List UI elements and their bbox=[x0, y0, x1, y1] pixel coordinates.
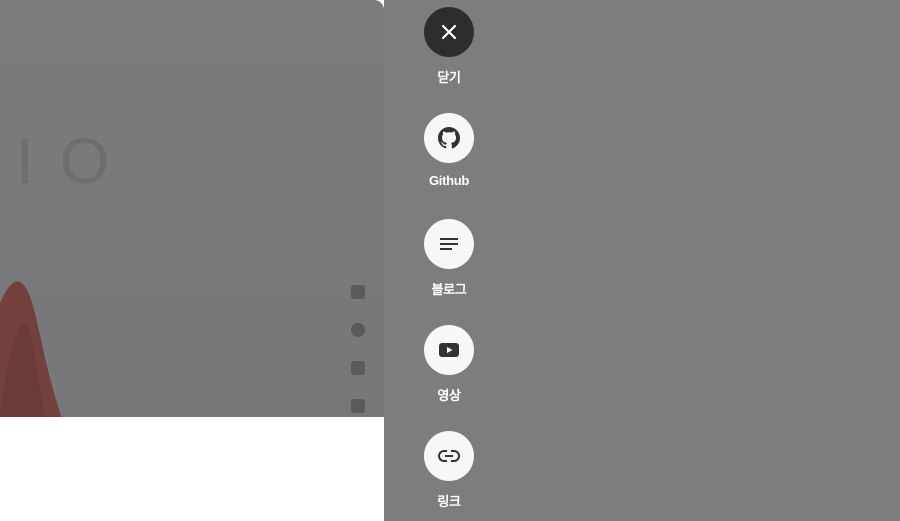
background-page: IO bbox=[0, 0, 384, 521]
blog-button[interactable] bbox=[424, 219, 474, 269]
blog-lines-icon bbox=[440, 238, 458, 250]
blog-label: 블로그 bbox=[431, 282, 467, 297]
share-item-github[interactable]: Github bbox=[424, 113, 474, 188]
share-item-video[interactable]: 영상 bbox=[424, 325, 474, 404]
modal-dim-overlay[interactable] bbox=[0, 0, 384, 417]
link-icon bbox=[438, 450, 460, 462]
link-button[interactable] bbox=[424, 431, 474, 481]
share-item-blog[interactable]: 블로그 bbox=[424, 219, 474, 298]
share-item-close[interactable]: 닫기 bbox=[424, 7, 474, 86]
close-icon bbox=[441, 24, 457, 40]
background-content-area bbox=[0, 417, 384, 521]
close-label: 닫기 bbox=[437, 70, 461, 85]
github-icon bbox=[438, 127, 460, 149]
github-button[interactable] bbox=[424, 113, 474, 163]
video-button[interactable] bbox=[424, 325, 474, 375]
link-label: 링크 bbox=[437, 494, 461, 509]
app-stage: IO 닫기 bbox=[0, 0, 900, 521]
share-item-link[interactable]: 링크 bbox=[424, 431, 474, 510]
share-panel: 닫기 Github 블로그 영상 링크 bbox=[384, 0, 900, 521]
github-label: Github bbox=[428, 173, 470, 188]
youtube-icon bbox=[439, 343, 459, 357]
close-button[interactable] bbox=[424, 7, 474, 57]
video-label: 영상 bbox=[437, 388, 461, 403]
